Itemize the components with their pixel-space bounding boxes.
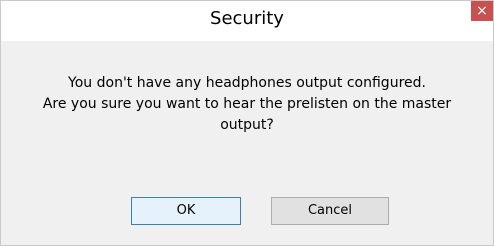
dialog-message: You don't have any headphones output con… <box>11 73 483 136</box>
cancel-button[interactable]: Cancel <box>271 197 389 225</box>
dialog-title: Security <box>210 8 284 29</box>
security-dialog: Security × You don't have any headphones… <box>0 0 494 246</box>
message-line: You don't have any headphones output con… <box>68 75 426 91</box>
message-line: Are you sure you want to hear the prelis… <box>42 96 452 112</box>
close-button[interactable]: × <box>471 1 493 21</box>
close-icon: × <box>476 3 488 19</box>
ok-button[interactable]: OK <box>131 197 241 225</box>
dialog-titlebar: Security × <box>1 1 493 41</box>
message-line: output? <box>220 117 274 133</box>
